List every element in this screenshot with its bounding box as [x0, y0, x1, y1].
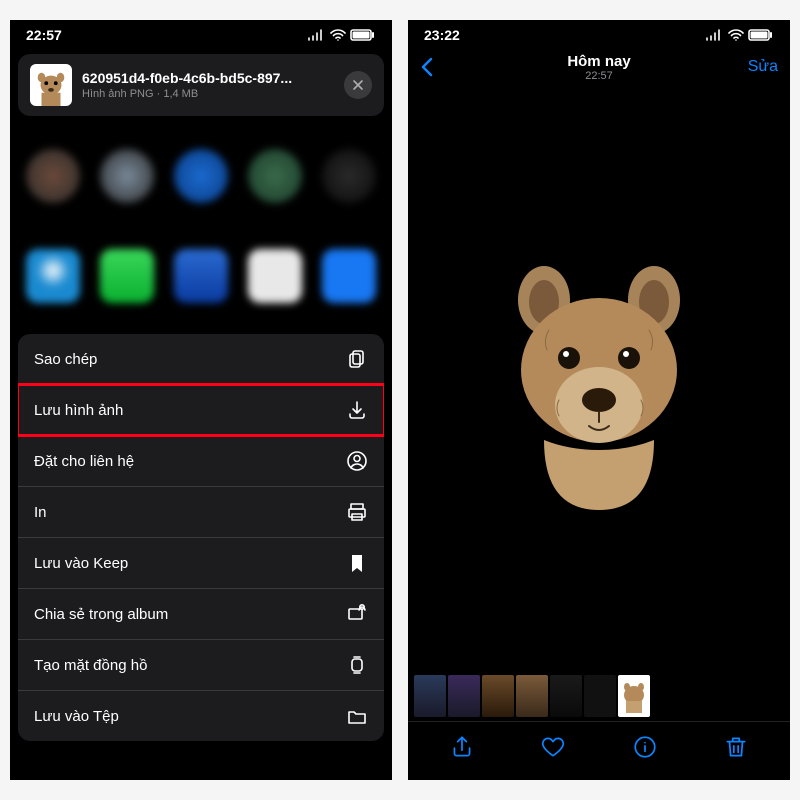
status-right: [706, 29, 774, 41]
status-time: 23:22: [424, 27, 460, 43]
action-assign-contact[interactable]: Đặt cho liên hệ: [18, 436, 384, 487]
download-icon: [346, 399, 368, 421]
action-save-keep[interactable]: Lưu vào Keep: [18, 538, 384, 589]
battery-icon: [350, 29, 376, 41]
photo-viewport[interactable]: [408, 88, 790, 671]
thumb-item[interactable]: [516, 675, 548, 717]
shared-album-icon: [346, 603, 368, 625]
photo-animal: [489, 250, 709, 510]
thumbnail-strip[interactable]: [408, 671, 790, 721]
back-button[interactable]: [420, 57, 452, 77]
signal-icon: [308, 29, 326, 41]
action-save-files[interactable]: Lưu vào Tệp: [18, 691, 384, 741]
action-save-image[interactable]: Lưu hình ảnh: [18, 385, 384, 436]
action-share-album[interactable]: Chia sẻ trong album: [18, 589, 384, 640]
share-sheet-header: 620951d4-f0eb-4c6b-bd5c-897... Hình ảnh …: [18, 54, 384, 116]
thumb-item[interactable]: [550, 675, 582, 717]
wifi-icon: [330, 29, 346, 41]
phone-left: 22:57: [10, 20, 392, 780]
status-time: 22:57: [26, 27, 62, 43]
action-label: Lưu vào Tệp: [34, 708, 119, 725]
edit-button[interactable]: Sửa: [746, 58, 778, 76]
photo-toolbar: [408, 721, 790, 780]
thumb-item[interactable]: [414, 675, 446, 717]
file-meta: 620951d4-f0eb-4c6b-bd5c-897... Hình ảnh …: [82, 70, 334, 100]
print-icon: [346, 501, 368, 523]
close-button[interactable]: [344, 71, 372, 99]
file-thumbnail: [30, 64, 72, 106]
nav-title: Hôm nay: [567, 53, 630, 70]
folder-icon: [346, 705, 368, 727]
thumb-item[interactable]: [584, 675, 616, 717]
action-list: Sao chép Lưu hình ảnh Đặt cho liên hệ: [18, 334, 384, 741]
action-label: Tạo mặt đồng hồ: [34, 657, 147, 674]
copy-icon: [346, 348, 368, 370]
action-label: Đặt cho liên hệ: [34, 453, 134, 470]
delete-button[interactable]: [723, 734, 749, 760]
status-bar: 22:57: [10, 20, 392, 48]
share-targets-blurred: [10, 126, 392, 326]
favorite-button[interactable]: [540, 734, 566, 760]
thumb-item[interactable]: [482, 675, 514, 717]
nav-bar: Hôm nay 22:57 Sửa: [408, 48, 790, 88]
info-button[interactable]: [632, 734, 658, 760]
signal-icon: [706, 29, 724, 41]
wifi-icon: [728, 29, 744, 41]
action-watch-face[interactable]: Tạo mặt đồng hồ: [18, 640, 384, 691]
bookmark-icon: [346, 552, 368, 574]
action-copy[interactable]: Sao chép: [18, 334, 384, 385]
watch-icon: [346, 654, 368, 676]
action-label: Chia sẻ trong album: [34, 606, 168, 623]
action-label: Lưu vào Keep: [34, 555, 128, 572]
action-label: Lưu hình ảnh: [34, 402, 123, 419]
file-name: 620951d4-f0eb-4c6b-bd5c-897...: [82, 70, 334, 86]
nav-subtitle: 22:57: [567, 70, 630, 82]
phone-right: 23:22 Hôm nay 22:57 Sửa: [408, 20, 790, 780]
status-right: [308, 29, 376, 41]
thumb-item[interactable]: [448, 675, 480, 717]
contact-icon: [346, 450, 368, 472]
file-subtitle: Hình ảnh PNG · 1,4 MB: [82, 88, 334, 100]
action-label: Sao chép: [34, 351, 97, 368]
battery-icon: [748, 29, 774, 41]
action-label: In: [34, 504, 47, 521]
share-button[interactable]: [449, 734, 475, 760]
status-bar: 23:22: [408, 20, 790, 48]
nav-title-block: Hôm nay 22:57: [567, 53, 630, 82]
thumb-item-selected[interactable]: [618, 675, 650, 717]
action-print[interactable]: In: [18, 487, 384, 538]
